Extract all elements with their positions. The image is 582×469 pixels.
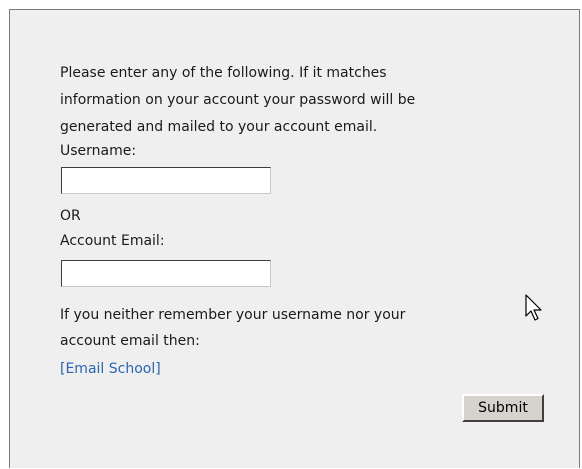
help-text-line-2: account email then: <box>60 333 200 349</box>
or-label: OR <box>60 208 81 224</box>
help-text-line-1: If you neither remember your username no… <box>60 307 406 323</box>
mouse-pointer-icon <box>525 294 542 321</box>
username-label: Username: <box>60 143 137 159</box>
email-school-link-wrap: [Email School] <box>60 361 161 377</box>
intro-text-line-2: information on your account your passwor… <box>60 92 416 108</box>
forgot-password-panel: Please enter any of the following. If it… <box>9 9 580 468</box>
username-input[interactable] <box>61 167 271 194</box>
email-school-link[interactable]: [Email School] <box>60 361 161 377</box>
intro-text-line-3: generated and mailed to your account ema… <box>60 119 378 135</box>
account-email-input[interactable] <box>61 260 271 287</box>
account-email-label: Account Email: <box>60 233 165 249</box>
submit-button[interactable]: Submit <box>462 394 544 422</box>
intro-text-line-1: Please enter any of the following. If it… <box>60 65 387 81</box>
